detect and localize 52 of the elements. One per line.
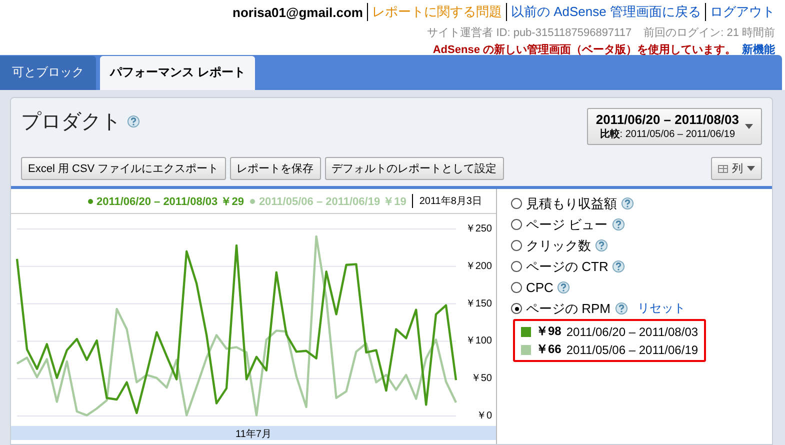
radio-button[interactable] (511, 303, 522, 314)
page-title: プロダクト (21, 110, 121, 135)
columns-button[interactable]: 列 (711, 157, 762, 180)
metric-label[interactable]: ページ ビュー (526, 216, 608, 234)
radio-button[interactable] (511, 198, 522, 209)
new-features-link[interactable]: 新機能 (742, 42, 775, 57)
last-login: 前回のログイン: 21 時間前 (644, 26, 775, 40)
help-icon[interactable] (612, 260, 626, 273)
publisher-id: サイト運営者 ID: pub-3151187596897117 (427, 26, 632, 40)
metric-label[interactable]: CPC (526, 280, 554, 295)
y-axis-label: ￥100 (465, 336, 492, 347)
metric-label[interactable]: ページの RPM (526, 300, 610, 318)
summary-range: 2011/05/06 – 2011/06/19 (566, 342, 698, 356)
y-axis-label: ￥50 (470, 373, 492, 384)
summary-range: 2011/06/20 – 2011/08/03 (566, 324, 698, 338)
caret-icon (747, 166, 755, 171)
toolbar-button[interactable]: Excel 用 CSV ファイルにエクスポート (21, 157, 226, 180)
caret-icon (745, 124, 753, 129)
tab[interactable]: 可とブロック (0, 56, 96, 90)
summary-value: ￥98 (536, 323, 562, 340)
metric-label[interactable]: 見積もり収益額 (526, 194, 617, 212)
radio-button[interactable] (511, 219, 522, 230)
metric-label[interactable]: クリック数 (526, 236, 591, 254)
help-icon[interactable] (557, 281, 570, 294)
hover-date: 2011年8月3日 (412, 194, 482, 208)
help-icon[interactable] (595, 239, 608, 252)
toolbar-button[interactable]: レポートを保存 (230, 157, 321, 180)
header-link[interactable]: 以前の AdSense 管理画面に戻る (506, 3, 701, 21)
y-axis-label: ￥250 (465, 224, 492, 234)
y-axis-label: ￥150 (465, 298, 492, 310)
help-icon[interactable] (612, 218, 625, 231)
legend-label: 2011/05/06 – 2011/06/19 ￥19 (258, 194, 406, 208)
radio-button[interactable] (511, 240, 522, 251)
grid-icon (718, 164, 728, 172)
help-icon[interactable] (127, 115, 140, 128)
tab[interactable]: パフォーマンス レポート (100, 56, 256, 90)
toolbar-button[interactable]: デフォルトのレポートとして設定 (324, 157, 504, 180)
date-range-picker[interactable]: 2011/06/20 – 2011/08/03 比較: 2011/05/06 – 2011/06/19 (586, 108, 762, 145)
metric-label[interactable]: ページの CTR (526, 258, 608, 276)
header-link[interactable]: ログアウト (705, 3, 775, 21)
y-axis-label: ￥200 (465, 260, 492, 272)
summary-value: ￥66 (536, 341, 562, 358)
radio-button[interactable] (511, 282, 522, 293)
help-icon[interactable] (621, 197, 634, 210)
radio-button[interactable] (511, 261, 522, 272)
account-email: norisa01@gmail.com (232, 4, 363, 20)
help-icon[interactable] (614, 302, 628, 315)
y-axis-label: ￥0 (476, 410, 492, 422)
legend-label: 2011/06/20 – 2011/08/03 ￥29 (96, 194, 244, 208)
beta-notice: AdSense の新しい管理画面（ベータ版）を使用しています。 (432, 42, 736, 57)
reset-link[interactable]: リセット (638, 300, 686, 317)
x-axis-label: 11年7月 (236, 428, 272, 441)
